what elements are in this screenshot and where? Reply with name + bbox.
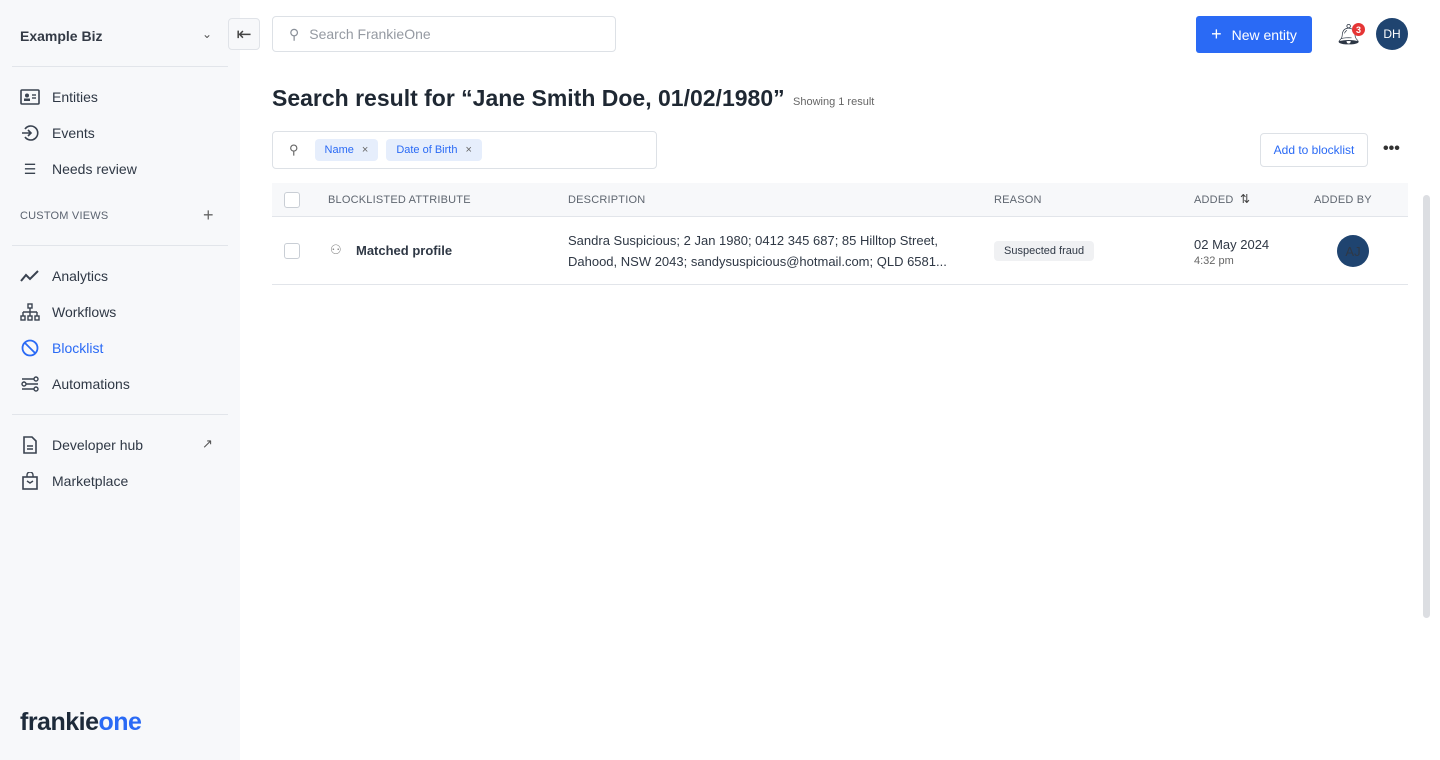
add-custom-view-icon[interactable]: + [203, 205, 214, 226]
document-icon [20, 435, 40, 455]
trend-line-icon [20, 266, 40, 286]
divider [12, 66, 228, 67]
frankieone-logo: frankieone [20, 708, 142, 736]
notification-badge: 3 [1352, 23, 1365, 36]
divider [12, 414, 228, 415]
added-date: 02 May 2024 [1194, 237, 1270, 252]
column-header-sortable[interactable]: ADDED [1194, 194, 1234, 206]
external-link-icon: ↗ [202, 436, 213, 451]
sort-icon[interactable]: ⇅ [1240, 192, 1250, 206]
search-input[interactable] [309, 26, 590, 42]
column-header: REASON [994, 194, 1042, 206]
description-line: Dahood, NSW 2043; sandysuspicious@hotmai… [568, 254, 947, 269]
row-checkbox[interactable] [284, 243, 300, 259]
reason-badge: Suspected fraud [994, 241, 1095, 261]
list-check-icon: ☰ [23, 160, 37, 177]
page-title: Search result for “Jane Smith Doe, 01/02… [272, 85, 785, 111]
sidebar-item-needs-review[interactable]: ☰ Needs review [20, 159, 137, 179]
add-to-blocklist-button[interactable]: Add to blocklist [1260, 133, 1368, 167]
user-icon: ⚇ [330, 242, 342, 257]
filter-bar[interactable]: ⚲ Name × Date of Birth × [272, 131, 657, 169]
search-icon: ⚲ [289, 142, 299, 157]
sidebar-item-workflows[interactable]: Workflows [20, 302, 116, 322]
id-card-icon [20, 87, 40, 107]
column-header: DESCRIPTION [568, 194, 646, 206]
sidebar-item-entities[interactable]: Entities [20, 87, 98, 107]
global-search[interactable]: ⚲ [272, 16, 616, 52]
label: Developer hub [52, 437, 144, 453]
label: Name [324, 144, 354, 156]
hierarchy-icon [20, 302, 40, 322]
close-icon[interactable]: × [362, 144, 368, 156]
label: Marketplace [52, 473, 129, 489]
org-name[interactable]: Example Biz [20, 28, 102, 44]
plus-icon: + [1211, 24, 1222, 44]
column-header: BLOCKLISTED ATTRIBUTE [328, 194, 471, 206]
sidebar-item-events[interactable]: Events [20, 123, 95, 143]
label: Automations [52, 376, 130, 392]
label: Date of Birth [396, 144, 458, 156]
collapse-sidebar-button[interactable]: ⇤ [228, 18, 260, 50]
search-icon: ⚲ [289, 25, 300, 42]
sidebar-item-blocklist[interactable]: Blocklist [20, 338, 103, 358]
label: Entities [52, 89, 98, 105]
chevron-down-icon[interactable]: ⌄ [202, 27, 212, 41]
new-entity-button[interactable]: + New entity [1196, 16, 1312, 53]
label: Events [52, 125, 95, 141]
table-header: BLOCKLISTED ATTRIBUTE DESCRIPTION REASON… [272, 183, 1408, 217]
label: Analytics [52, 268, 109, 284]
label: New entity [1231, 26, 1297, 43]
filter-chip-dob[interactable]: Date of Birth × [386, 139, 482, 161]
filter-chip-name[interactable]: Name × [314, 139, 379, 161]
attribute: Matched profile [356, 243, 453, 258]
sidebar-item-marketplace[interactable]: Marketplace [20, 471, 128, 491]
sidebar-item-automations[interactable]: Automations [20, 374, 130, 394]
shopping-bag-icon [20, 471, 40, 491]
select-all-checkbox[interactable] [284, 192, 300, 208]
sidebar-item-developer-hub[interactable]: Developer hub [20, 435, 143, 455]
label: Blocklist [52, 340, 104, 356]
label: Workflows [52, 304, 117, 320]
sidebar: Example Biz ⌄ Entities Events ☰ Needs rev… [0, 0, 240, 760]
more-options-icon[interactable]: ••• [1383, 140, 1400, 158]
sliders-icon [20, 374, 40, 394]
user-avatar[interactable]: DH [1376, 18, 1408, 50]
result-count: Showing 1 result [793, 96, 875, 108]
table-row[interactable]: ⚇ Matched profile Sandra Suspicious; 2 J… [272, 217, 1408, 285]
column-header: ADDED BY [1314, 194, 1372, 206]
added-time: 4:32 pm [1194, 255, 1234, 267]
label: Needs review [52, 161, 137, 177]
description-line: Sandra Suspicious; 2 Jan 1980; 0412 345 … [568, 233, 939, 248]
sign-in-icon [20, 123, 40, 143]
divider [12, 245, 228, 246]
scrollbar[interactable] [1423, 195, 1430, 618]
ban-icon [20, 338, 40, 358]
sidebar-item-analytics[interactable]: Analytics [20, 266, 108, 286]
close-icon[interactable]: × [465, 144, 471, 156]
custom-views-heading: CUSTOM VIEWS [20, 210, 109, 222]
added-by-avatar: AJ [1337, 235, 1369, 267]
